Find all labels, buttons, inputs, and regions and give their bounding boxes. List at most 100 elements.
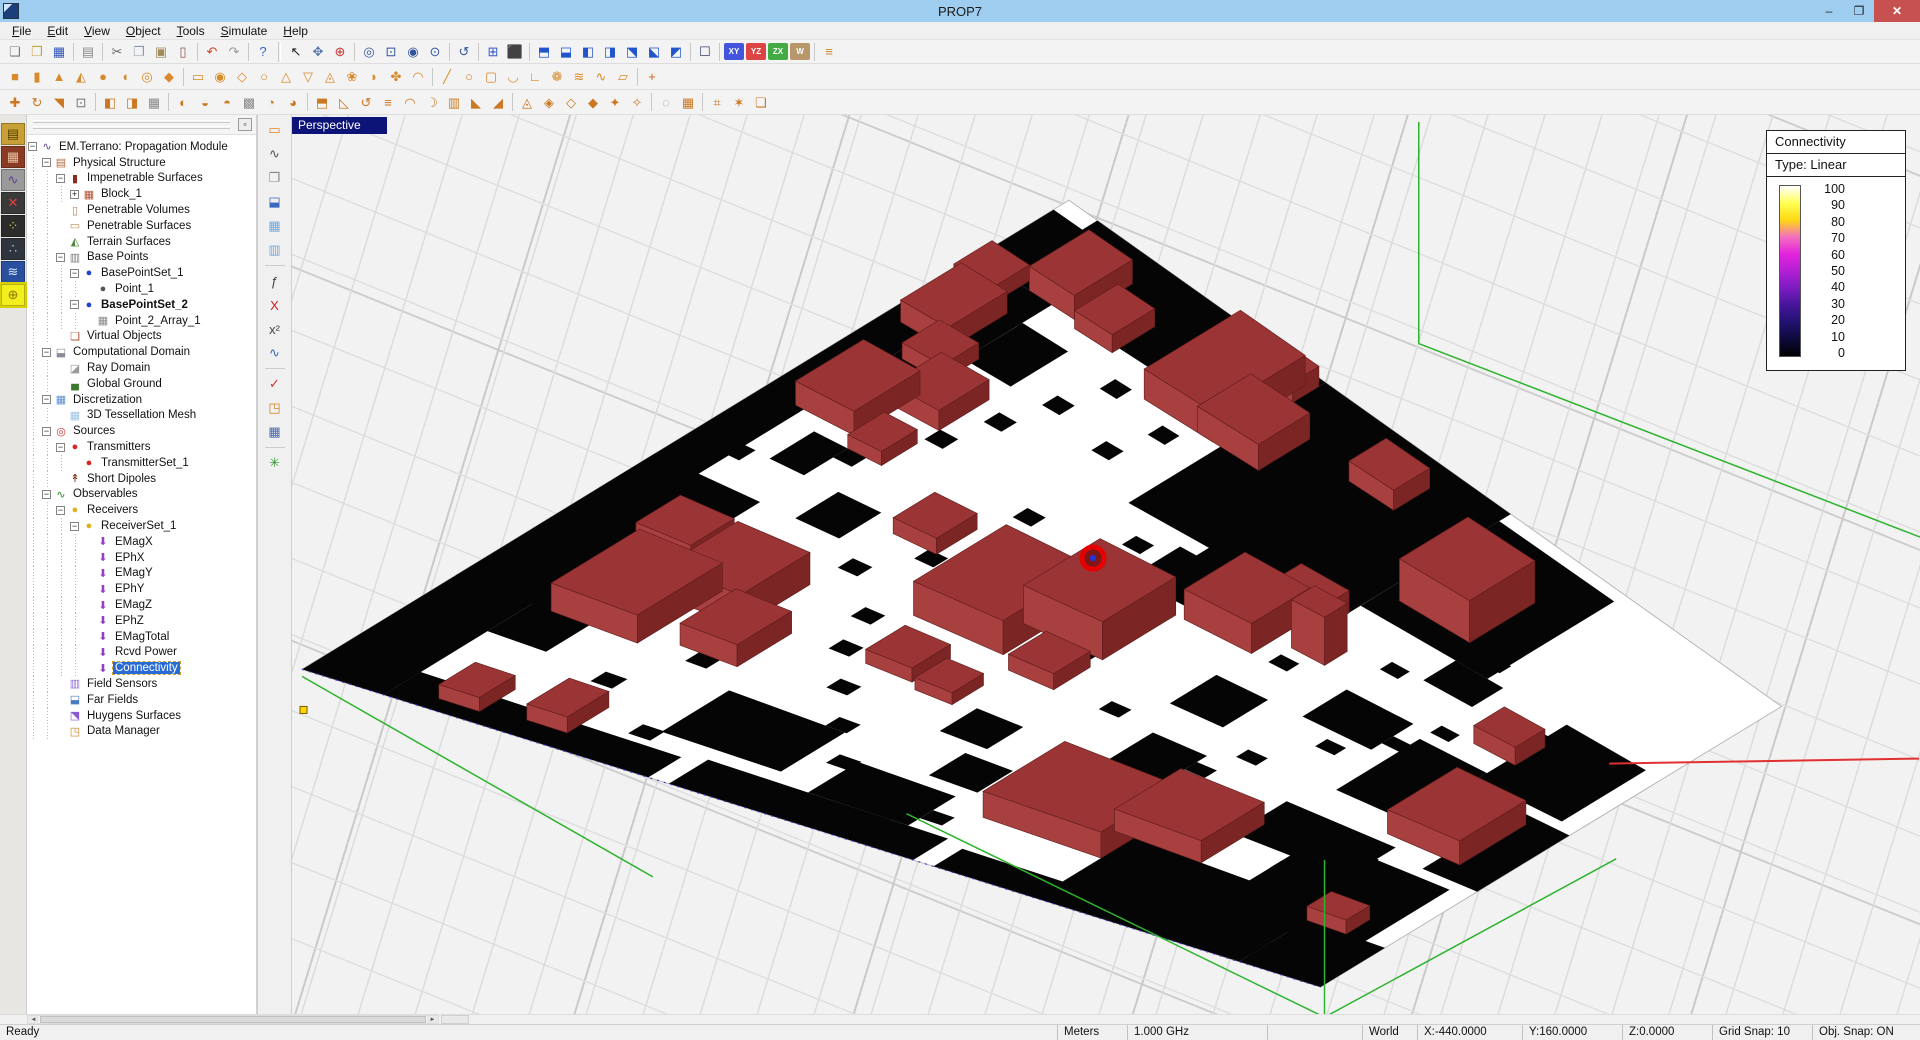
- bool-subtract-button[interactable]: ◒: [194, 92, 216, 113]
- collapse-toggle[interactable]: −: [42, 395, 51, 404]
- menu-tools[interactable]: Tools: [169, 23, 213, 39]
- collapse-toggle[interactable]: −: [42, 427, 51, 436]
- plate-frustum-button[interactable]: ▽: [297, 66, 319, 87]
- view-top-button[interactable]: ◩: [665, 41, 687, 62]
- tree-item-ephz[interactable]: ⬇EPhZ: [27, 613, 256, 629]
- poly-star-button[interactable]: ✦: [604, 92, 626, 113]
- transform-move-button[interactable]: ✚: [4, 92, 26, 113]
- tree-item-block-1[interactable]: +▦Block_1: [27, 186, 256, 202]
- module-cad[interactable]: ▤: [1, 123, 25, 145]
- zoom-window-button[interactable]: ⊡: [380, 41, 402, 62]
- solid-cylinder-button[interactable]: ▮: [26, 66, 48, 87]
- tree-item-data-manager[interactable]: ◳Data Manager: [27, 723, 256, 739]
- bool-intersect-button[interactable]: ◓: [216, 92, 238, 113]
- point-tool-button[interactable]: +: [641, 66, 663, 87]
- module-globe[interactable]: ⊕: [1, 284, 25, 306]
- plane-w-button[interactable]: W: [790, 43, 810, 60]
- tree-item-penetrable-surfaces[interactable]: ▭Penetrable Surfaces: [27, 218, 256, 234]
- scroll-left-arrow[interactable]: ◄: [28, 1016, 39, 1023]
- measure-ruler-button[interactable]: ⌗: [706, 92, 728, 113]
- plate-flower-button[interactable]: ✤: [385, 66, 407, 87]
- zoom-dynamic-button[interactable]: ◉: [402, 41, 424, 62]
- tree-item-global-ground[interactable]: ▄Global Ground: [27, 376, 256, 392]
- collapse-toggle[interactable]: −: [42, 158, 51, 167]
- tree-item-far-fields[interactable]: ⬓Far Fields: [27, 692, 256, 708]
- tree-item-receivers[interactable]: −●Receivers: [27, 502, 256, 518]
- scroll-right-arrow[interactable]: ►: [427, 1016, 438, 1023]
- tree-item-emagz[interactable]: ⬇EMagZ: [27, 597, 256, 613]
- delete-button[interactable]: ▯: [172, 41, 194, 62]
- pan-hand-button[interactable]: ✥: [307, 41, 329, 62]
- menu-view[interactable]: View: [76, 23, 118, 39]
- tree-item-transmitterset-1[interactable]: ●TransmitterSet_1: [27, 455, 256, 471]
- sphere-points-button[interactable]: ◌: [655, 92, 677, 113]
- base-point-marker[interactable]: [300, 706, 307, 713]
- cone-cut-button[interactable]: ◣: [465, 92, 487, 113]
- tree-item-computational-domain[interactable]: −⬓Computational Domain: [27, 344, 256, 360]
- zoom-selected-button[interactable]: ⊙: [424, 41, 446, 62]
- curve-arc-button[interactable]: ◡: [502, 66, 524, 87]
- plate-polygon-button[interactable]: ◬: [319, 66, 341, 87]
- transform-stretch-button[interactable]: ⊡: [70, 92, 92, 113]
- tree-item-basepointset-1[interactable]: −●BasePointSet_1: [27, 265, 256, 281]
- minimize-button[interactable]: –: [1814, 0, 1844, 22]
- tree-item-physical-structure[interactable]: −▤Physical Structure: [27, 155, 256, 171]
- curve-helix-button[interactable]: ≋: [568, 66, 590, 87]
- curve-circle-button[interactable]: ○: [458, 66, 480, 87]
- tree-item-emagtotal[interactable]: ⬇EMagTotal: [27, 629, 256, 645]
- module-waves[interactable]: ≋: [1, 261, 25, 283]
- paste-button[interactable]: ▣: [150, 41, 172, 62]
- plate-diamond-button[interactable]: ◇: [231, 66, 253, 87]
- cut-button[interactable]: ✂: [106, 41, 128, 62]
- mirror-button[interactable]: ◧: [99, 92, 121, 113]
- view-iso-1-button[interactable]: ⬒: [533, 41, 555, 62]
- loft-button[interactable]: ◺: [333, 92, 355, 113]
- menu-file[interactable]: File: [4, 23, 39, 39]
- tree-item-emagx[interactable]: ⬇EMagX: [27, 534, 256, 550]
- revolve-button[interactable]: ↺: [355, 92, 377, 113]
- collapse-toggle[interactable]: −: [70, 269, 79, 278]
- tree-item-emagy[interactable]: ⬇EMagY: [27, 566, 256, 582]
- solid-lens-button[interactable]: ◆: [158, 66, 180, 87]
- tree-item-rcvd-power[interactable]: ⬇Rcvd Power: [27, 645, 256, 661]
- array-grid-button[interactable]: ▦: [143, 92, 165, 113]
- farfield-box-button[interactable]: ⬓: [263, 191, 287, 213]
- bounding-box-button[interactable]: ❏: [750, 92, 772, 113]
- validate-check-button[interactable]: ✓: [263, 373, 287, 395]
- bool-crescent-button[interactable]: ☽: [421, 92, 443, 113]
- panel-grip-2[interactable]: [33, 126, 230, 129]
- new-file-button[interactable]: ❏: [4, 41, 26, 62]
- tree-item-impenetrable-surfaces[interactable]: −▮Impenetrable Surfaces: [27, 171, 256, 187]
- view-iso-2-button[interactable]: ⬓: [555, 41, 577, 62]
- notch-button[interactable]: ◢: [487, 92, 509, 113]
- plate-sector-button[interactable]: ◗: [363, 66, 385, 87]
- collapse-toggle[interactable]: −: [56, 174, 65, 183]
- plate-triangle-button[interactable]: △: [275, 66, 297, 87]
- curve-polyline-button[interactable]: ∟: [524, 66, 546, 87]
- module-network[interactable]: ⁘: [1, 215, 25, 237]
- open-folder-button[interactable]: ❒: [26, 41, 48, 62]
- poly-cross-button[interactable]: ✧: [626, 92, 648, 113]
- collapse-toggle[interactable]: −: [56, 443, 65, 452]
- extrude-button[interactable]: ⬒: [311, 92, 333, 113]
- view-left-button[interactable]: ◧: [577, 41, 599, 62]
- curve-sheet-button[interactable]: ▱: [612, 66, 634, 87]
- menu-simulate[interactable]: Simulate: [213, 23, 276, 39]
- tree-item-virtual-objects[interactable]: ❏Virtual Objects: [27, 329, 256, 345]
- collapse-toggle[interactable]: −: [42, 348, 51, 357]
- module-lightning[interactable]: ✕: [1, 192, 25, 214]
- poly-gem-button[interactable]: ◆: [582, 92, 604, 113]
- module-antenna[interactable]: ∴: [1, 238, 25, 260]
- module-terrano[interactable]: ∿: [1, 169, 25, 191]
- solid-dome-button[interactable]: ◖: [114, 66, 136, 87]
- restore-button[interactable]: ❐: [1844, 0, 1874, 22]
- zoom-extents-button[interactable]: ↺: [453, 41, 475, 62]
- tree-item-transmitters[interactable]: −●Transmitters: [27, 439, 256, 455]
- view-right-button[interactable]: ◨: [599, 41, 621, 62]
- viewport-3d[interactable]: Perspective Connectivity Type: Linear 10…: [292, 115, 1920, 1014]
- undo-button[interactable]: ↶: [201, 41, 223, 62]
- tree-item-huygens-surfaces[interactable]: ⬔Huygens Surfaces: [27, 708, 256, 724]
- solid-pyramid-button[interactable]: ◭: [70, 66, 92, 87]
- expand-toggle[interactable]: +: [70, 190, 79, 199]
- transform-rotate-button[interactable]: ↻: [26, 92, 48, 113]
